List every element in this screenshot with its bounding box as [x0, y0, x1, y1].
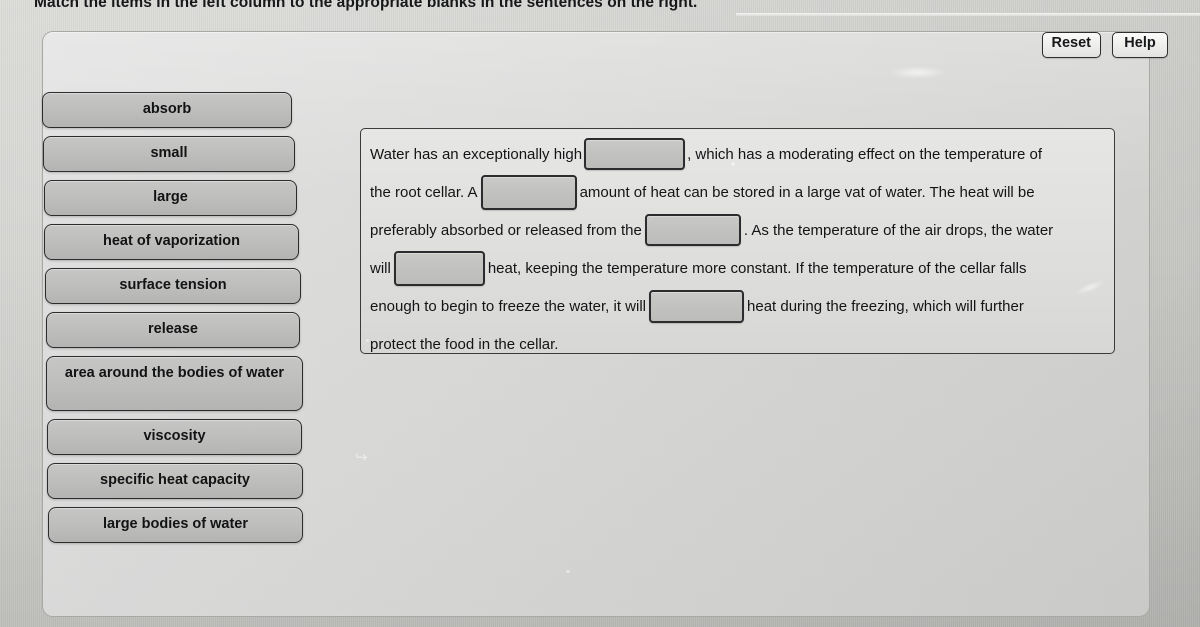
sentence-text-after: heat, keeping the temperature more const…	[487, 259, 1027, 277]
help-button[interactable]: Help	[1112, 32, 1168, 58]
draggable-item[interactable]: release	[46, 312, 300, 348]
page-title: Match the items in the left column to th…	[34, 0, 698, 11]
sentence-text-before: the root cellar. A	[370, 183, 478, 201]
draggable-item[interactable]: specific heat capacity	[47, 463, 303, 499]
blank-drop-target[interactable]	[480, 174, 577, 210]
sentence-text-before: protect the food in the cellar.	[370, 335, 559, 353]
sentence-panel: Water has an exceptionally high , which …	[360, 128, 1115, 354]
sentence-text-after: amount of heat can be stored in a large …	[579, 183, 1035, 201]
toolbar: Reset Help	[1041, 32, 1168, 58]
draggable-item[interactable]: heat of vaporization	[44, 224, 299, 260]
draggable-item[interactable]: viscosity	[47, 419, 302, 455]
instruction-header: Match the items in the left column to th…	[0, 0, 1200, 18]
sentence-text-before: will	[370, 259, 391, 277]
blank-drop-target[interactable]	[649, 289, 745, 323]
sentence-text-after: . As the temperature of the air drops, t…	[743, 221, 1054, 239]
sentence-line: enough to begin to freeze the water, it …	[370, 287, 1104, 325]
blank-drop-target[interactable]	[584, 138, 686, 170]
sentence-line: the root cellar. A amount of heat can be…	[370, 173, 1104, 211]
sentence-text-before: enough to begin to freeze the water, it …	[370, 297, 647, 315]
sentence-line: Water has an exceptionally high , which …	[370, 135, 1104, 173]
reset-button[interactable]: Reset	[1041, 32, 1101, 58]
sentence-line: preferably absorbed or released from the…	[370, 211, 1104, 249]
draggable-item[interactable]: large	[44, 180, 297, 216]
draggable-item[interactable]: absorb	[42, 92, 292, 128]
sentence-line: will heat, keeping the temperature more …	[370, 249, 1104, 287]
draggable-item[interactable]: surface tension	[45, 268, 301, 304]
sentence-text-after: , which has a moderating effect on the t…	[687, 145, 1043, 163]
sentence-text-after: heat during the freezing, which will fur…	[747, 297, 1024, 315]
draggable-item[interactable]: small	[43, 136, 295, 172]
sentence-text-before: Water has an exceptionally high	[370, 145, 583, 163]
draggable-item[interactable]: large bodies of water	[48, 507, 303, 543]
sentence-text-before: preferably absorbed or released from the	[370, 221, 642, 239]
item-bank: absorb small large heat of vaporization …	[39, 92, 329, 551]
blank-drop-target[interactable]	[644, 214, 741, 246]
draggable-item[interactable]: area around the bodies of water	[46, 356, 303, 411]
sentence-line: protect the food in the cellar.	[370, 325, 1104, 363]
blank-drop-target[interactable]	[393, 250, 485, 286]
